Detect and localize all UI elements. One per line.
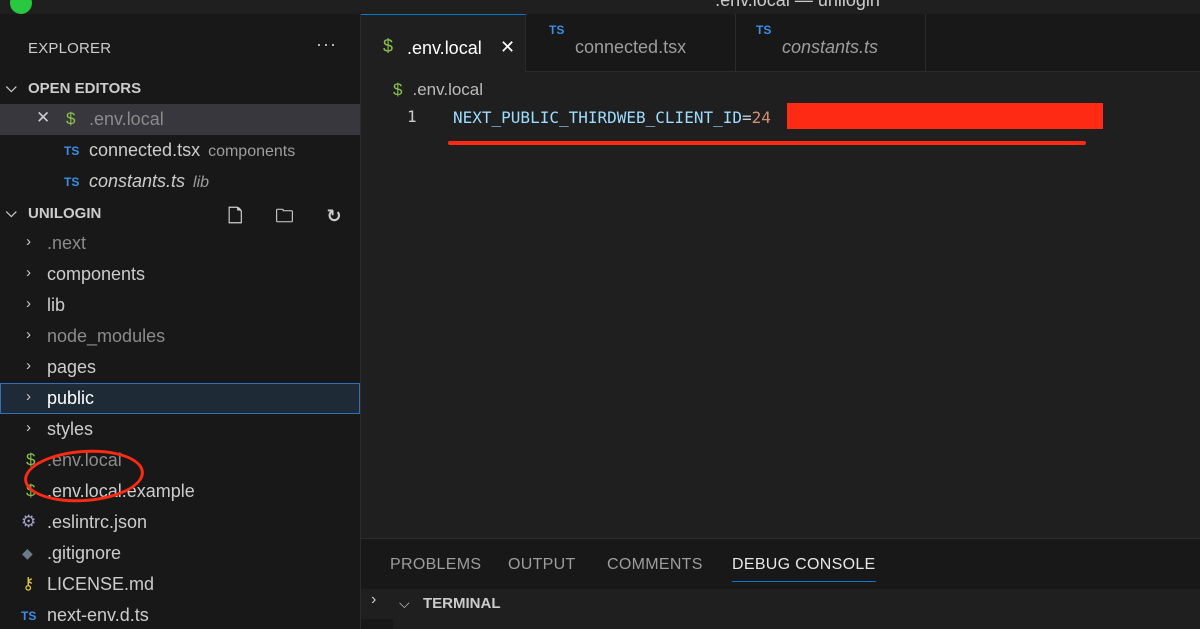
open-editor-item-constants[interactable]: TS constants.ts lib bbox=[0, 166, 360, 197]
typescript-file-icon: TS bbox=[549, 23, 565, 37]
chevron-right-icon: › bbox=[26, 419, 31, 436]
chevron-right-icon: › bbox=[26, 357, 31, 374]
chevron-right-icon[interactable]: › bbox=[371, 591, 376, 609]
env-key: NEXT_PUBLIC_THIRDWEB_CLIENT_ID bbox=[453, 108, 742, 127]
folder-label: lib bbox=[47, 295, 66, 315]
typescript-file-icon: TS bbox=[756, 23, 772, 37]
env-file-icon: $ bbox=[383, 36, 394, 56]
folder-node-modules[interactable]: › node_modules bbox=[0, 321, 360, 352]
file-gitignore[interactable]: ◆ .gitignore bbox=[0, 538, 360, 569]
chevron-right-icon: › bbox=[26, 295, 31, 312]
tab-label: .env.local bbox=[407, 38, 482, 58]
redaction-box bbox=[787, 103, 1103, 129]
eslint-gear-icon: ⚙ bbox=[21, 512, 37, 531]
typescript-file-icon: TS bbox=[64, 175, 80, 189]
folder-next[interactable]: › .next bbox=[0, 228, 360, 259]
chevron-down-icon: ⌵ bbox=[399, 595, 410, 611]
file-next-env[interactable]: TS next-env.d.ts bbox=[0, 600, 360, 629]
env-equals: = bbox=[741, 108, 752, 127]
typescript-file-icon: TS bbox=[21, 609, 37, 623]
open-editors-section[interactable]: ⌵ OPEN EDITORS bbox=[0, 76, 360, 104]
window-title: .env.local — unilogin bbox=[715, 0, 880, 10]
open-editor-label: constants.ts bbox=[89, 171, 186, 191]
tab-env-local[interactable]: $ .env.local ✕ bbox=[361, 14, 526, 72]
tab-label: constants.ts bbox=[782, 37, 879, 57]
breadcrumb-label: .env.local bbox=[412, 80, 484, 99]
folder-label: node_modules bbox=[47, 326, 166, 346]
code-text: NEXT_PUBLIC_THIRDWEB_CLIENT_ID=24 bbox=[453, 108, 771, 127]
close-tab-icon[interactable]: ✕ bbox=[500, 37, 515, 58]
folder-styles[interactable]: › styles bbox=[0, 414, 360, 445]
open-editor-folder-hint: lib bbox=[193, 174, 210, 191]
env-file-icon: $ bbox=[393, 80, 403, 99]
terminal-label: TERMINAL bbox=[423, 595, 501, 612]
file-label: .eslintrc.json bbox=[47, 512, 148, 532]
tab-label: connected.tsx bbox=[575, 37, 687, 57]
file-eslintrc[interactable]: ⚙ .eslintrc.json bbox=[0, 507, 360, 538]
open-editor-label: connected.tsx bbox=[89, 140, 201, 160]
bottom-panel: PROBLEMS OUTPUT COMMENTS DEBUG CONSOLE ›… bbox=[361, 538, 1200, 629]
more-actions-icon[interactable]: ··· bbox=[316, 34, 337, 55]
chevron-down-icon: ⌵ bbox=[6, 204, 17, 220]
file-label: LICENSE.md bbox=[47, 574, 155, 594]
title-bar: .env.local — unilogin bbox=[0, 0, 1200, 14]
chevron-right-icon: › bbox=[26, 388, 31, 405]
folder-label: public bbox=[47, 388, 95, 408]
open-editor-folder-hint: components bbox=[208, 143, 296, 160]
license-key-icon: ⚷ bbox=[22, 574, 35, 593]
explorer-header: EXPLORER bbox=[28, 40, 112, 57]
folder-label: .next bbox=[47, 233, 87, 253]
open-editor-item-env-local[interactable]: ✕ $ .env.local bbox=[0, 104, 360, 135]
terminal-side-strip bbox=[361, 619, 393, 629]
git-icon: ◆ bbox=[22, 545, 33, 561]
chevron-right-icon: › bbox=[26, 326, 31, 343]
folder-lib[interactable]: › lib bbox=[0, 290, 360, 321]
env-file-icon: $ bbox=[66, 109, 76, 128]
folder-components[interactable]: › components bbox=[0, 259, 360, 290]
tab-constants[interactable]: TS constants.ts bbox=[736, 14, 926, 72]
env-value: 24 bbox=[751, 108, 771, 127]
folder-public[interactable]: › public bbox=[0, 383, 360, 414]
tab-problems[interactable]: PROBLEMS bbox=[390, 556, 481, 574]
typescript-file-icon: TS bbox=[64, 144, 80, 158]
close-icon[interactable]: ✕ bbox=[36, 108, 50, 128]
folder-label: pages bbox=[47, 357, 97, 377]
editor-tabs: $ .env.local ✕ TS connected.tsx TS const… bbox=[361, 14, 1200, 72]
editor-area: $ .env.local ✕ TS connected.tsx TS const… bbox=[361, 14, 1200, 629]
chevron-down-icon: ⌵ bbox=[6, 79, 17, 95]
chevron-right-icon: › bbox=[26, 264, 31, 281]
file-label: next-env.d.ts bbox=[47, 605, 149, 625]
file-label: .gitignore bbox=[47, 543, 122, 563]
annotation-underline bbox=[448, 141, 1086, 145]
tab-comments[interactable]: COMMENTS bbox=[607, 556, 703, 574]
tab-connected[interactable]: TS connected.tsx bbox=[526, 14, 736, 72]
open-editor-label: .env.local bbox=[89, 109, 164, 129]
tab-output[interactable]: OUTPUT bbox=[508, 556, 576, 574]
line-number: 1 bbox=[407, 107, 417, 126]
folder-label: components bbox=[47, 264, 146, 284]
breadcrumb[interactable]: $ .env.local bbox=[393, 80, 483, 100]
folder-label: styles bbox=[47, 419, 94, 439]
open-editor-item-connected[interactable]: TS connected.tsx components bbox=[0, 135, 360, 166]
file-license[interactable]: ⚷ LICENSE.md bbox=[0, 569, 360, 600]
explorer-sidebar: EXPLORER ··· ⌵ OPEN EDITORS ✕ $ .env.loc… bbox=[0, 14, 390, 629]
tab-debug-console[interactable]: DEBUG CONSOLE bbox=[732, 556, 876, 582]
chevron-right-icon: › bbox=[26, 233, 31, 250]
terminal-section[interactable]: › ⌵ TERMINAL bbox=[361, 589, 1200, 629]
project-section-unilogin[interactable]: ⌵ UNILOGIN 🗋 🗀 ↻ ⊟ bbox=[0, 201, 390, 229]
folder-pages[interactable]: › pages bbox=[0, 352, 360, 383]
